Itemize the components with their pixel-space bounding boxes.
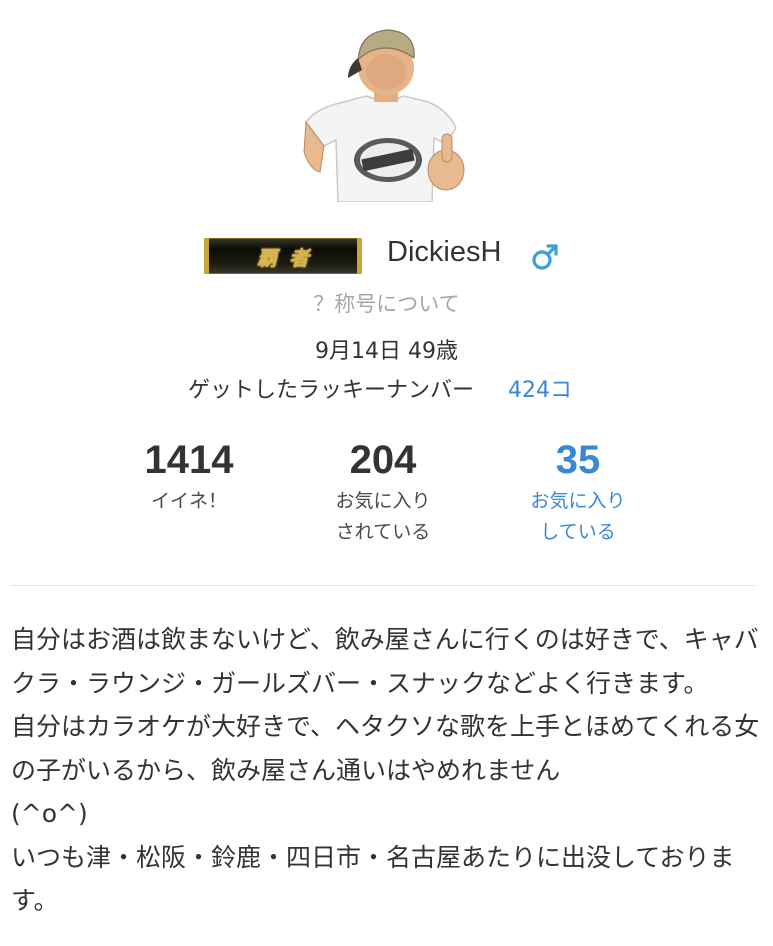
likes-stat: 1414 イイネ！ — [84, 436, 294, 517]
bio-paragraph: 自分はお酒は飲まないけど、飲み屋さんに行くのは好きで、キャバクラ・ラウンジ・ガー… — [11, 625, 759, 698]
male-icon — [532, 244, 558, 270]
bio-paragraph: いつも津・松阪・鈴鹿・四日市・名古屋あたりに出没しております。 — [11, 842, 735, 916]
bio-paragraph: 自分はカラオケが大好きで、ヘタクソな歌を上手とほめてくれる女の子がいるから、飲み… — [11, 712, 760, 828]
favoriting-count[interactable]: 35 — [473, 436, 683, 484]
title-badge: 覇者 — [204, 238, 362, 274]
title-badge-text: 覇者 — [257, 245, 321, 270]
user-avatar — [303, 29, 465, 202]
profile-bio: 自分はお酒は飲まないけど、飲み屋さんに行くのは好きで、キャバクラ・ラウンジ・ガー… — [11, 618, 763, 923]
section-divider — [10, 585, 756, 586]
lucky-number-label: ゲットしたラッキーナンバー — [188, 378, 475, 403]
username: DickiesH — [387, 236, 502, 268]
favoriting-label[interactable]: お気に入り している — [473, 486, 683, 548]
favoriting-stat[interactable]: 35 お気に入り している — [473, 436, 683, 548]
birthday-age: 9月14日 49歳 — [315, 339, 458, 364]
title-help-link[interactable]: ？称号について — [0, 288, 773, 318]
likes-count: 1414 — [144, 438, 234, 482]
lucky-number-value[interactable]: 424コ — [508, 372, 572, 404]
favorited-stat: 204 お気に入り されている — [278, 436, 488, 548]
favorited-count: 204 — [349, 438, 417, 482]
likes-label: イイネ！ — [150, 490, 227, 512]
favorited-label: お気に入り されている — [335, 490, 431, 543]
